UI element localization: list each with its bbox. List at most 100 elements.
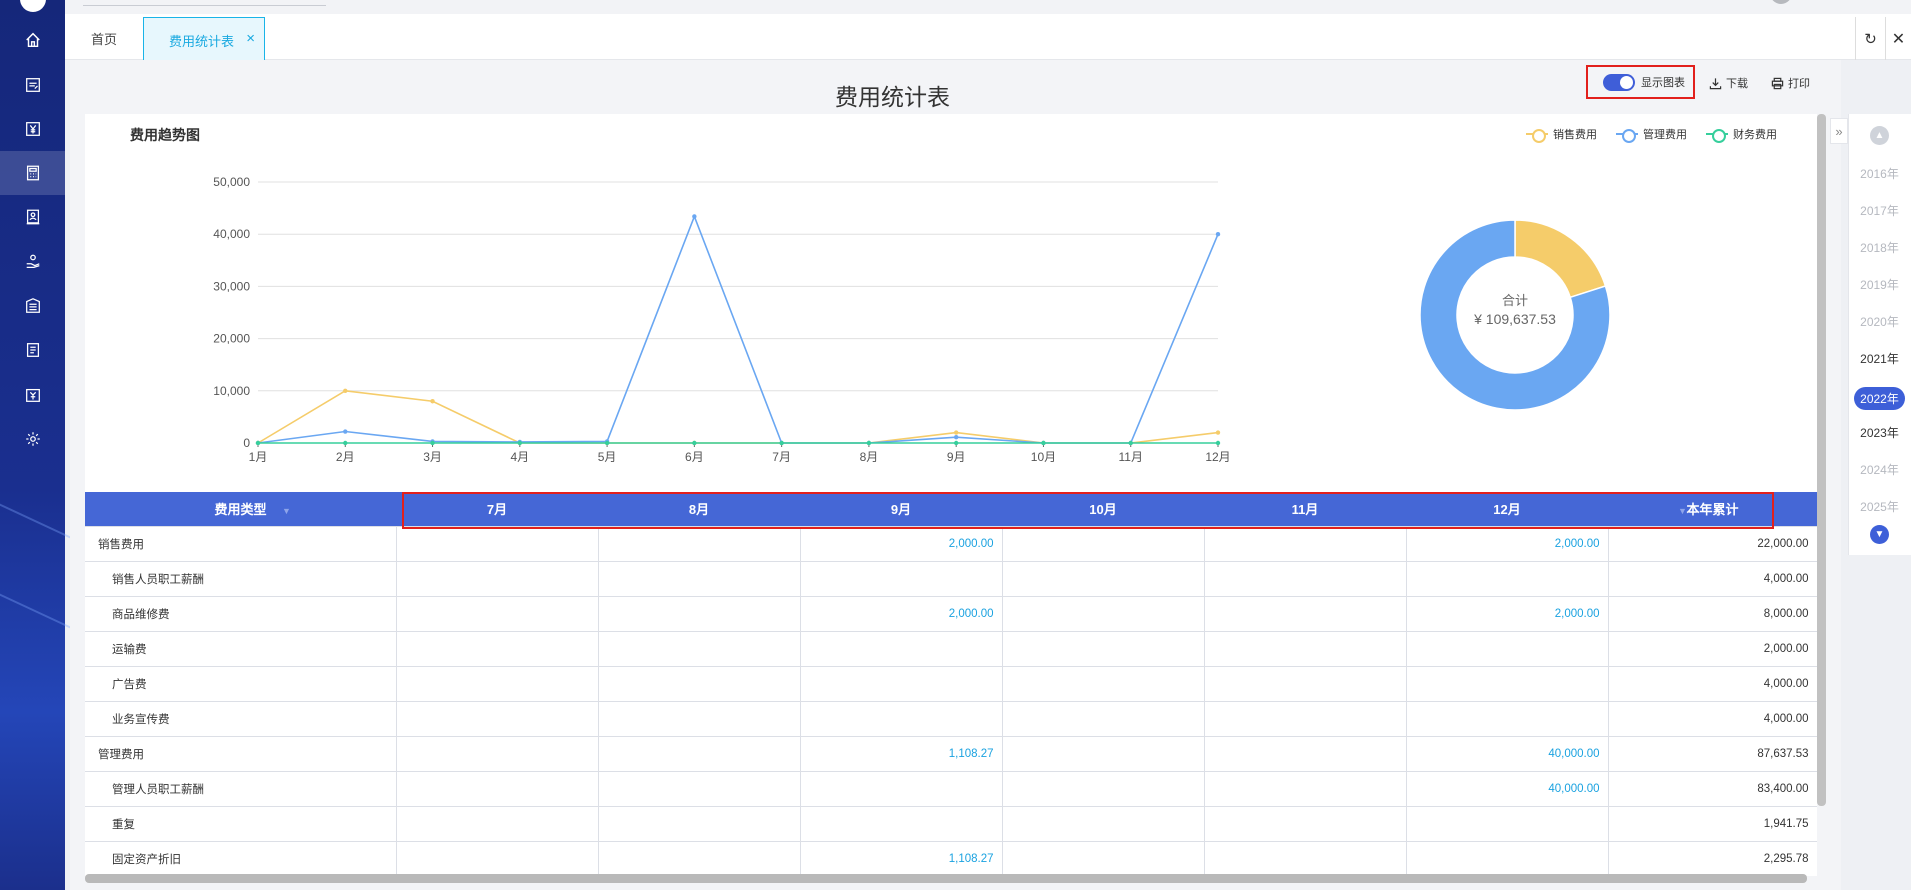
sidebar-item-assets[interactable] xyxy=(0,284,65,328)
column-header[interactable]: 9月 xyxy=(800,492,1002,526)
month-value-cell[interactable]: 40,000.00 xyxy=(1405,770,1609,807)
year-item[interactable]: 2021年 xyxy=(1848,350,1911,367)
month-value-cell[interactable]: 2,000.00 xyxy=(1405,595,1609,632)
table-row[interactable]: 运输费 2,000.00 xyxy=(85,630,1817,667)
month-value-cell[interactable]: 2,000.00 xyxy=(1405,525,1609,562)
month-value-cell xyxy=(597,525,801,562)
close-icon[interactable]: ✕ xyxy=(1885,17,1911,60)
month-value-cell[interactable]: 2,000.00 xyxy=(799,525,1003,562)
year-item[interactable]: 2019年 xyxy=(1848,276,1911,293)
year-item[interactable]: 2025年 xyxy=(1848,498,1911,515)
month-value-cell xyxy=(1001,595,1205,632)
tab-label: 费用统计表 xyxy=(169,34,235,49)
column-header[interactable]: 本年累计 xyxy=(1608,492,1817,526)
month-value-cell xyxy=(1203,525,1407,562)
table-row[interactable]: 业务宣传费 4,000.00 xyxy=(85,700,1817,737)
download-button[interactable]: 下载 xyxy=(1709,75,1748,91)
sort-caret-icon[interactable]: ▼ xyxy=(282,506,291,516)
year-label: 2017年 xyxy=(1860,204,1899,218)
data-point xyxy=(343,440,348,446)
table-row[interactable]: 广告费 4,000.00 xyxy=(85,665,1817,702)
column-header[interactable]: 8月 xyxy=(598,492,800,526)
year-item[interactable]: 2017年 xyxy=(1848,202,1911,219)
home-icon xyxy=(25,32,40,48)
vertical-scrollbar[interactable] xyxy=(1817,114,1826,806)
tab-home[interactable]: 首页 xyxy=(91,29,117,48)
month-value-cell xyxy=(1203,595,1407,632)
expand-icon[interactable]: » xyxy=(1830,118,1848,144)
month-value-cell xyxy=(1203,840,1407,876)
year-item[interactable]: 2020年 xyxy=(1848,313,1911,330)
table-row[interactable]: 销售人员职工薪酬 4,000.00 xyxy=(85,560,1817,597)
year-down-icon[interactable]: ▼ xyxy=(1870,525,1889,544)
table-row[interactable]: 管理人员职工薪酬 40,000.00 83,400.00 xyxy=(85,770,1817,807)
month-value-cell xyxy=(395,665,599,702)
month-value-cell xyxy=(1203,700,1407,737)
month-value-cell xyxy=(799,805,1003,842)
month-value-cell xyxy=(1001,770,1205,807)
column-header[interactable]: 7月 xyxy=(396,492,598,526)
month-value-cell xyxy=(799,630,1003,667)
print-label: 打印 xyxy=(1788,78,1810,90)
sidebar-item-voucher[interactable] xyxy=(0,63,65,107)
ytd-total-cell: 4,000.00 xyxy=(1607,665,1817,702)
month-value-cell xyxy=(1203,805,1407,842)
month-value-cell xyxy=(1001,525,1205,562)
donut-slice[interactable] xyxy=(1514,219,1607,299)
year-label: 2022年 xyxy=(1854,387,1905,410)
year-item[interactable]: 2023年 xyxy=(1848,424,1911,441)
legend-item-finance[interactable]: 财务费用 xyxy=(1706,126,1777,143)
column-header[interactable]: 费用类型 xyxy=(85,492,396,526)
table-row[interactable]: 重复 1,941.75 xyxy=(85,805,1817,842)
sidebar-item-tax[interactable] xyxy=(0,373,65,417)
table-body: 销售费用 2,000.00 2,000.00 22,000.00 销售人员职工薪酬 4,0… xyxy=(85,525,1817,876)
sidebar-item-finance[interactable] xyxy=(0,107,65,151)
month-value-cell xyxy=(799,665,1003,702)
sort-caret-icon[interactable]: ▼ xyxy=(1678,506,1687,516)
donut-center: 合计 ¥ 109,637.53 xyxy=(1460,290,1570,327)
sidebar-decoration xyxy=(0,591,77,631)
y-tick-label: 20,000 xyxy=(213,332,250,346)
month-value-cell[interactable]: 1,108.27 xyxy=(799,840,1003,876)
data-point xyxy=(604,440,610,446)
sidebar-item-records[interactable] xyxy=(0,328,65,372)
column-header[interactable]: 11月 xyxy=(1204,492,1406,526)
table-row[interactable]: 销售费用 2,000.00 2,000.00 22,000.00 xyxy=(85,525,1817,562)
month-value-cell xyxy=(597,735,801,772)
print-button[interactable]: 打印 xyxy=(1771,75,1810,91)
sidebar-item-payments[interactable] xyxy=(0,240,65,284)
year-item[interactable]: 2018年 xyxy=(1848,239,1911,256)
table-row[interactable]: 管理费用 1,108.27 40,000.00 87,637.53 xyxy=(85,735,1817,772)
column-header[interactable]: 12月 xyxy=(1406,492,1608,526)
column-header[interactable]: 10月 xyxy=(1002,492,1204,526)
x-tick-label: 11月 xyxy=(1118,450,1142,464)
sidebar-item-reports[interactable] xyxy=(0,151,65,195)
month-value-cell[interactable]: 2,000.00 xyxy=(799,595,1003,632)
horizontal-scrollbar[interactable] xyxy=(85,874,1807,883)
month-value-cell[interactable]: 1,108.27 xyxy=(799,735,1003,772)
year-up-icon[interactable]: ▲ xyxy=(1870,126,1889,145)
tab-close-icon[interactable]: × xyxy=(246,30,255,47)
refresh-icon[interactable]: ↻ xyxy=(1855,17,1885,60)
month-value-cell xyxy=(1405,840,1609,876)
month-value-cell[interactable]: 40,000.00 xyxy=(1405,735,1609,772)
avatar[interactable] xyxy=(1770,0,1792,4)
sidebar-item-home[interactable] xyxy=(0,18,65,62)
year-item[interactable]: 2016年 xyxy=(1848,165,1911,182)
x-tick-label: 12月 xyxy=(1205,450,1230,464)
sidebar-item-staff[interactable] xyxy=(0,195,65,239)
year-item[interactable]: 2022年 xyxy=(1848,387,1911,410)
tab-expense-stats[interactable]: 费用统计表 × xyxy=(143,17,265,60)
month-value-cell xyxy=(395,700,599,737)
legend-item-sales[interactable]: 销售费用 xyxy=(1526,126,1597,143)
top-divider xyxy=(83,5,326,6)
year-item[interactable]: 2024年 xyxy=(1848,461,1911,478)
table-row[interactable]: 商品维修费 2,000.00 2,000.00 8,000.00 xyxy=(85,595,1817,632)
month-value-cell xyxy=(1001,840,1205,876)
show-chart-toggle[interactable]: 显示图表 xyxy=(1586,65,1695,99)
toggle-switch[interactable] xyxy=(1603,73,1635,91)
sidebar-item-settings[interactable] xyxy=(0,417,65,461)
row-name-cell: 管理费用 xyxy=(85,735,397,772)
legend-item-admin[interactable]: 管理费用 xyxy=(1616,126,1687,143)
table-row[interactable]: 固定资产折旧 1,108.27 2,295.78 xyxy=(85,840,1817,876)
